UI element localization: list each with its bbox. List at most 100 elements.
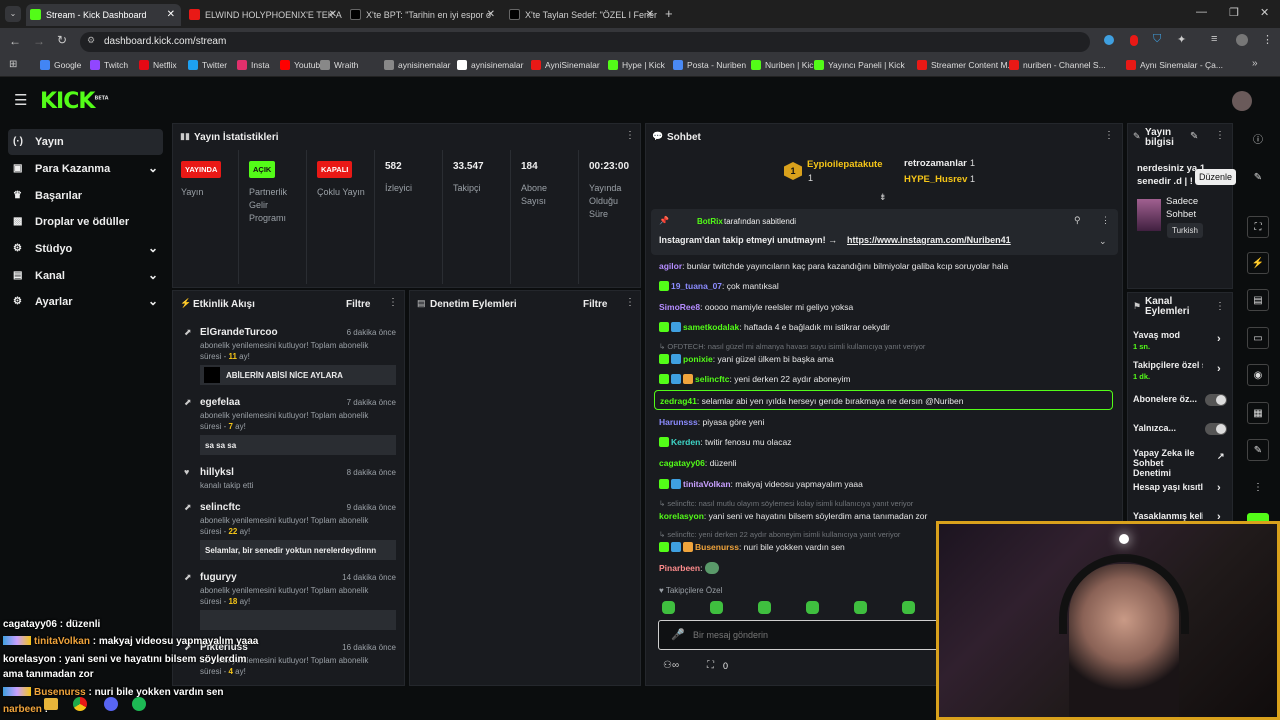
gift-icon[interactable]: ⛶: [707, 660, 714, 671]
chat-menu-icon[interactable]: ⋮: [1104, 130, 1114, 141]
bookmark-item[interactable]: Netflix: [139, 60, 177, 70]
document-icon[interactable]: ▤: [1247, 289, 1269, 311]
bookmark-item[interactable]: Streamer Content M...: [917, 60, 1015, 70]
new-tab-icon[interactable]: +: [665, 6, 673, 21]
pinned-menu-icon[interactable]: ⋮: [1101, 215, 1110, 226]
chat-username[interactable]: tinitaVolkan: [683, 479, 731, 489]
bookmark-item[interactable]: Youtube: [280, 60, 325, 70]
taskbar-chrome-icon[interactable]: [73, 697, 87, 711]
extensions-icon[interactable]: [1104, 35, 1114, 45]
kick-logo[interactable]: KICKBETA: [40, 89, 109, 114]
chat-username[interactable]: Kerden: [671, 437, 700, 447]
puzzle-icon[interactable]: ✦: [1177, 33, 1186, 46]
bookmark-item[interactable]: Yayıncı Paneli | Kick: [814, 60, 905, 70]
restore-icon[interactable]: ❐: [1229, 6, 1239, 19]
broadcast-icon[interactable]: ◉: [1247, 364, 1269, 386]
channel-action-item[interactable]: Yapay Zeka ile Sohbet Denetimi ↗: [1133, 448, 1228, 478]
info-icon[interactable]: ⓘ: [1247, 130, 1269, 152]
chat-username[interactable]: Harunsss: [659, 417, 698, 427]
tab-search-icon[interactable]: ⌄: [5, 6, 21, 22]
emote-quick-icon[interactable]: [662, 601, 675, 614]
chat-username[interactable]: korelasyon: [659, 511, 704, 521]
event-user[interactable]: hillyksl: [200, 467, 234, 478]
chat-username[interactable]: cagatayy06: [659, 458, 705, 468]
sidebar-item-5[interactable]: ▤ Kanal ⌄: [8, 263, 163, 289]
bookmark-item[interactable]: AyniSinemalar: [531, 60, 600, 70]
forward-icon[interactable]: →: [33, 34, 45, 48]
chat-username[interactable]: selincftc: [695, 374, 730, 384]
moderation-menu-icon[interactable]: ⋮: [625, 297, 635, 308]
channel-action-item[interactable]: Takipçilere özel s 1 dk. ›: [1133, 360, 1228, 381]
chat-users-icon[interactable]: ⚇∞: [663, 660, 679, 671]
event-user[interactable]: ElGrandeTurcoo: [200, 327, 278, 338]
event-user[interactable]: fuguryy: [200, 572, 237, 583]
emote-quick-icon[interactable]: [710, 601, 723, 614]
wrench-icon[interactable]: ✎: [1247, 439, 1269, 461]
chat-username[interactable]: sametkodalak: [683, 322, 739, 332]
chat-username[interactable]: 19_tuana_07: [671, 281, 722, 291]
edit-pencil-icon[interactable]: ✎: [1190, 131, 1198, 142]
channel-action-item[interactable]: Abonelere öz...: [1133, 394, 1228, 406]
browser-tab-0[interactable]: Stream - Kick Dashboard ✕: [26, 4, 181, 26]
sidebar-item-4[interactable]: ⚙ Stüdyo ⌄: [8, 236, 163, 262]
bookmark-item[interactable]: Hype | Kick: [608, 60, 665, 70]
bookmark-item[interactable]: Google: [40, 60, 81, 70]
bookmark-item[interactable]: Nuriben | Kick: [751, 60, 818, 70]
unpin-icon[interactable]: ⚲: [1074, 215, 1081, 226]
taskbar-discord-icon[interactable]: [104, 697, 118, 711]
bookmark-item[interactable]: Posta - Nuriben: [673, 60, 746, 70]
emote-quick-icon[interactable]: [806, 601, 819, 614]
stream-info-menu-icon[interactable]: ⋮: [1215, 130, 1225, 141]
screen-icon[interactable]: ⛶: [1247, 216, 1269, 238]
scroll-down-icon[interactable]: ⇟: [879, 192, 887, 203]
reload-icon[interactable]: ↻: [57, 33, 67, 47]
activity-menu-icon[interactable]: ⋮: [388, 297, 398, 308]
edit-icon[interactable]: ✎: [1247, 167, 1269, 189]
back-icon[interactable]: ←: [9, 34, 21, 48]
bookmark-item[interactable]: aynisinemalar: [457, 60, 523, 70]
shield-icon[interactable]: ⛉: [1153, 33, 1161, 46]
external-link-icon[interactable]: ↗: [1217, 451, 1225, 462]
close-tab-icon[interactable]: ✕: [487, 9, 495, 20]
more-bookmarks-icon[interactable]: »: [1252, 58, 1258, 69]
microphone-icon[interactable]: 🎤: [671, 628, 685, 641]
sidebar-item-0[interactable]: (·) Yayın: [8, 129, 163, 155]
close-tab-icon[interactable]: ✕: [646, 9, 654, 20]
browser-tab-3[interactable]: X'te Taylan Sedef: "ÖZEL I Fener ✕: [505, 4, 660, 26]
close-window-icon[interactable]: ✕: [1260, 6, 1269, 19]
site-info-icon[interactable]: ⚙: [87, 35, 95, 46]
bookmark-item[interactable]: aynisinemalar: [384, 60, 450, 70]
emote-quick-icon[interactable]: [902, 601, 915, 614]
user-avatar[interactable]: [1232, 91, 1252, 111]
bookmark-item[interactable]: Aynı Sinemalar - Ça...: [1126, 60, 1223, 70]
pinned-link[interactable]: https://www.instagram.com/Nuriben41: [847, 235, 1011, 245]
stats-menu-icon[interactable]: ⋮: [625, 130, 635, 141]
channel-action-item[interactable]: Hesap yaşı kısıtla ›: [1133, 482, 1228, 494]
chat-username[interactable]: Pinarbeen: [659, 563, 700, 573]
layout-icon[interactable]: ▦: [1247, 402, 1269, 424]
chevron-down-icon[interactable]: ⌄: [1099, 236, 1107, 247]
channel-action-item[interactable]: Yasaklanmış kelin ›: [1133, 511, 1228, 523]
taskbar-spotify-icon[interactable]: [132, 697, 146, 711]
toggle-switch[interactable]: [1205, 423, 1227, 435]
emote-quick-icon[interactable]: [758, 601, 771, 614]
url-field[interactable]: ⚙ dashboard.kick.com/stream: [80, 32, 1090, 52]
minimize-icon[interactable]: —: [1196, 6, 1207, 18]
top-gifter-name[interactable]: Eypioilepatakute: [807, 159, 883, 170]
channel-action-item[interactable]: Yavaş mod 1 sn. ›: [1133, 330, 1228, 351]
bookmark-item[interactable]: Insta: [237, 60, 269, 70]
activity-filter-button[interactable]: Filtre: [346, 299, 370, 310]
bookmark-item[interactable]: Twitter: [188, 60, 227, 70]
chat-username[interactable]: agilor: [659, 261, 682, 271]
profile-icon[interactable]: [1236, 34, 1248, 46]
top-gifter-name[interactable]: HYPE_Husrev: [904, 174, 967, 185]
browser-tab-1[interactable]: ELWIND HOLYPHOENIX'E TEK A ✕: [185, 4, 343, 26]
chat-username[interactable]: zedrag41: [660, 396, 697, 406]
event-user[interactable]: selincftc: [200, 502, 241, 513]
channel-actions-menu-icon[interactable]: ⋮: [1215, 301, 1225, 312]
chat-username[interactable]: SimoRee8: [659, 302, 700, 312]
sidebar-item-6[interactable]: ⚙ Ayarlar ⌄: [8, 289, 163, 315]
bookmark-item[interactable]: Wraith: [320, 60, 358, 70]
pinned-by-user[interactable]: BotRix: [697, 217, 723, 226]
hamburger-menu-icon[interactable]: ☰: [14, 91, 27, 109]
